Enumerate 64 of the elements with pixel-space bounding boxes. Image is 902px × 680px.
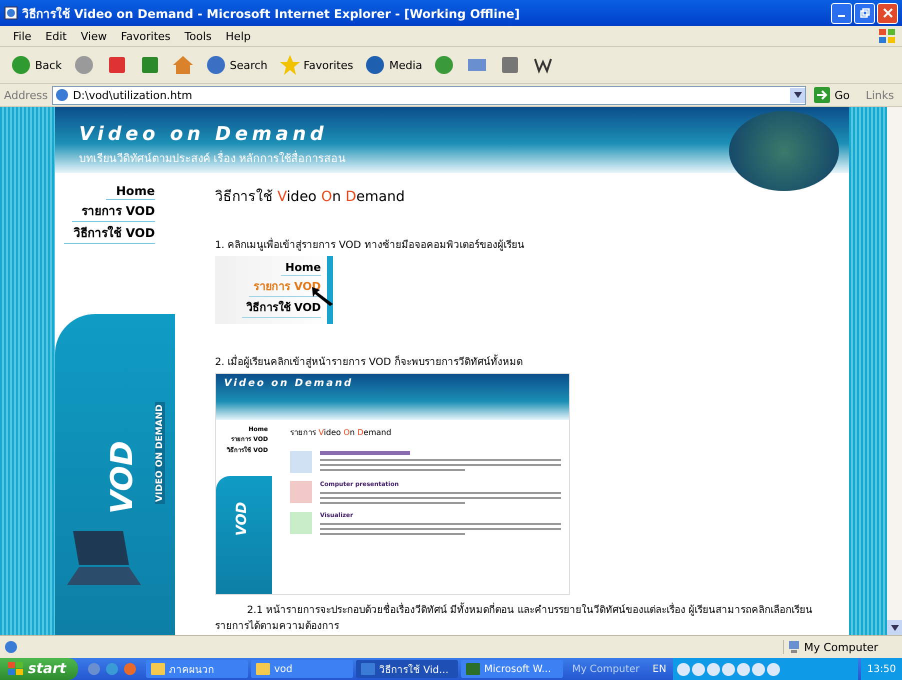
- scroll-down-icon: [890, 624, 898, 630]
- document-thumbnail: [290, 451, 312, 473]
- favorites-icon: [278, 54, 301, 76]
- banner-title: Video on Demand: [78, 123, 329, 145]
- menu-item[interactable]: Favorites: [114, 30, 178, 42]
- home-icon: [172, 54, 194, 76]
- go-button[interactable]: Go: [810, 87, 858, 103]
- language-indicator[interactable]: EN: [648, 664, 670, 674]
- side-caption: VIDEO ON DEMAND: [154, 402, 165, 504]
- clock: 13:50: [861, 658, 902, 680]
- page-heading: วิธีการใช้ Video On Demand: [214, 188, 406, 207]
- inner-side-logo: VOD: [234, 502, 250, 536]
- browser-page-icon: [4, 6, 18, 20]
- nav-link[interactable]: วิธีการใช้ VOD: [64, 222, 155, 244]
- menu-item-image: Home: [281, 260, 321, 276]
- minimize-icon: [838, 15, 845, 17]
- taskbar-button[interactable]: ภาคผนวก: [146, 660, 248, 678]
- banner-subtitle: บทเรียนวีดิทัศน์ตามประสงค์ เรื่อง หลักการใช้สื่อการสอน: [78, 150, 347, 167]
- computer-icon: [788, 640, 800, 654]
- window-title: วิธีการใช้ Video on Demand - Microsoft Internet Explorer - [Working Offline]: [22, 6, 521, 22]
- menu-item[interactable]: View: [74, 30, 114, 42]
- search-button[interactable]: Search: [200, 52, 272, 78]
- quick-launch-icon[interactable]: [123, 662, 138, 676]
- zone-label: My Computer: [783, 640, 898, 654]
- address-label: Address: [4, 88, 48, 102]
- windows-flag-icon: [878, 28, 896, 44]
- favorites-button[interactable]: Favorites: [274, 52, 358, 78]
- dropdown-icon: [794, 92, 802, 98]
- menu-item[interactable]: Edit: [38, 30, 74, 42]
- folder-icon: [151, 663, 166, 675]
- inner-banner-title: Video on Demand: [224, 378, 354, 389]
- menu-item[interactable]: File: [6, 30, 38, 42]
- arrow-icon: [814, 87, 830, 103]
- close-button[interactable]: [877, 2, 898, 24]
- side-logo: VOD: [104, 440, 140, 514]
- taskbar-button[interactable]: วิธีการใช้ Vid...: [356, 660, 458, 678]
- menu-item[interactable]: Tools: [178, 30, 219, 42]
- back-button[interactable]: Back: [6, 52, 66, 78]
- quick-launch-icon[interactable]: [87, 662, 102, 676]
- toolbar-label: My Computer: [571, 664, 641, 674]
- restore-button[interactable]: [854, 2, 875, 24]
- quick-launch-icon[interactable]: [105, 662, 120, 676]
- menu-item[interactable]: Help: [218, 30, 258, 42]
- folder-icon: [256, 663, 270, 675]
- word-icon: [466, 663, 480, 675]
- visualizer-thumbnail: [290, 512, 312, 534]
- taskbar-button[interactable]: Microsoft W...: [461, 660, 564, 678]
- vertical-scrollbar[interactable]: [887, 107, 902, 635]
- step-text: 2. เมื่อผู้เรียนคลิกเข้าสู่หน้ารายการ VOD ก็จะพบรายการวีดิทัศน์ทั้งหมด: [214, 354, 850, 369]
- step-text: 1. คลิกเมนูเพื่อเข้าสู่รายการ VOD ทางซ้ายมือจอคอมพิวเตอร์ของผู้เรียน: [214, 237, 850, 252]
- restore-icon: [860, 8, 870, 18]
- step-text: 2.1 หน้ารายการจะประกอบด้วยชื่อเรื่องวีดิทัศน์ มีทั้งหมดกี่ตอน และคำบรรยายในวีดิทัศน์ของแต่ละเรื่อง ผู้เรียนสามารถคลิกเลือกเรียนรายการได้ตามความต้องการ: [214, 603, 820, 635]
- media-button[interactable]: Media: [360, 52, 426, 78]
- computer-thumbnail: [290, 481, 312, 503]
- nav-link[interactable]: Home: [106, 183, 155, 200]
- minimize-button[interactable]: [831, 2, 852, 24]
- menu-item-image: วิธีการใช้ VOD: [242, 297, 321, 318]
- inner-heading: รายการ Video On Demand: [290, 427, 392, 439]
- nav-link[interactable]: รายการ VOD: [72, 200, 155, 222]
- windows-flag-icon: [8, 662, 24, 676]
- links-button[interactable]: Links: [862, 88, 898, 102]
- taskbar-button[interactable]: vod: [251, 660, 354, 678]
- close-icon: [882, 8, 892, 18]
- address-field[interactable]: D:\vod\utilization.htm: [52, 86, 806, 104]
